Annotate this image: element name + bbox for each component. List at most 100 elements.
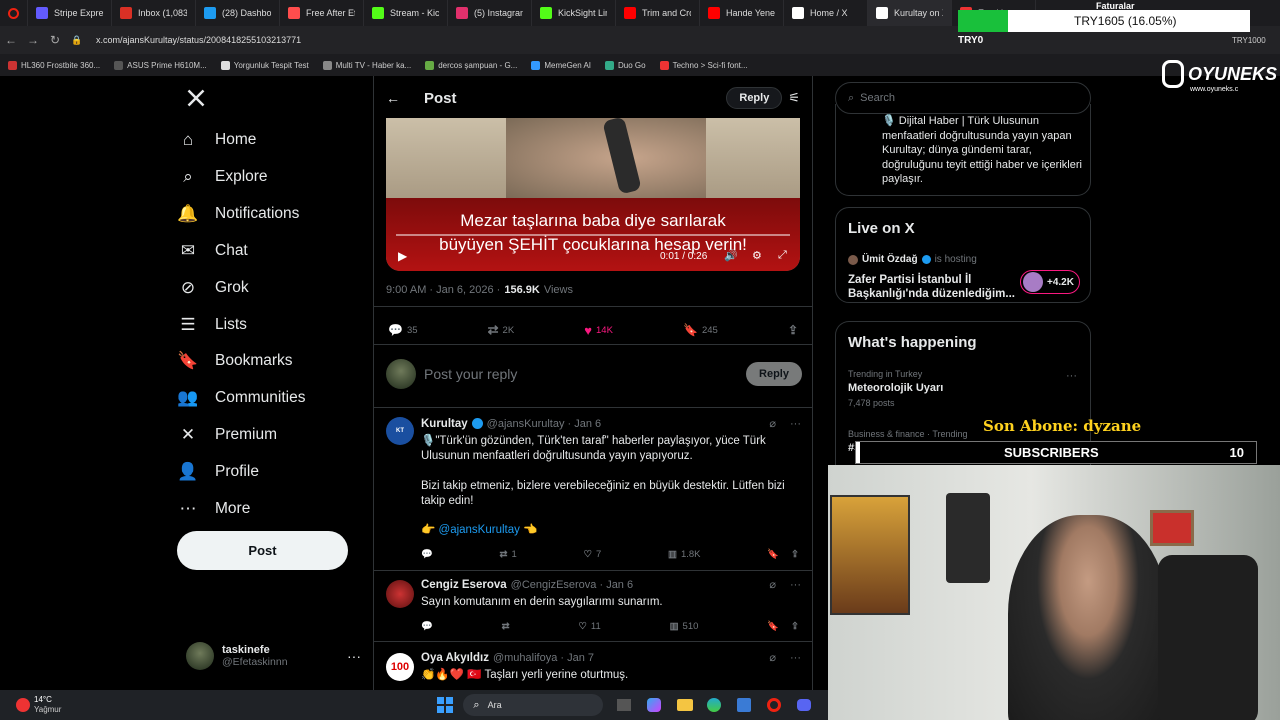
author-name[interactable]: Kurultay xyxy=(421,418,468,430)
search-input[interactable]: Search xyxy=(860,92,895,104)
sidebar-item-explore[interactable]: ⌕ Explore xyxy=(177,160,357,194)
forward-icon[interactable]: → xyxy=(22,29,44,51)
video-player[interactable]: Mezar taşlarına baba diye sarılarak büyü… xyxy=(386,118,800,271)
store-icon[interactable] xyxy=(737,698,752,712)
folder-icon[interactable] xyxy=(677,699,694,711)
browser-tab[interactable]: Hande Yener - Sc xyxy=(700,0,784,26)
bookmark-action[interactable]: 🔖 245 xyxy=(683,322,718,338)
tab-label: Stream - Kick Da xyxy=(390,8,439,18)
bookmark-item[interactable]: HL360 Frostbite 360... xyxy=(8,60,100,70)
header-reply-button[interactable]: Reply xyxy=(726,87,783,109)
reply-action[interactable]: 💬 35 xyxy=(388,322,418,338)
sidebar-item-home[interactable]: ⌂ Home xyxy=(177,123,357,157)
faturalar-label: Faturalar xyxy=(1096,1,1135,11)
sidebar-item-profile[interactable]: 👤 Profile xyxy=(177,455,357,489)
subscribers-count: 10 xyxy=(1229,445,1244,460)
more-dots-icon[interactable]: ··· xyxy=(1066,370,1077,382)
reply-action[interactable]: 💬 xyxy=(421,621,433,632)
repost-action[interactable]: ⇄ 1 xyxy=(500,549,517,560)
sidebar-item-chat[interactable]: ✉ Chat xyxy=(177,234,357,268)
sidebar-item-lists[interactable]: ☰ Lists xyxy=(177,308,357,342)
views-action[interactable]: ▥ 1.8K xyxy=(668,549,701,560)
url-field[interactable]: x.com/ajansKurultay/status/2008418255103… xyxy=(96,35,301,45)
sidebar-item-premium[interactable]: ✕ Premium xyxy=(177,418,357,452)
discord-icon[interactable] xyxy=(797,699,812,711)
author-name[interactable]: Oya Akyıldız xyxy=(421,652,489,664)
settings-icon[interactable]: ⚙ xyxy=(752,249,762,262)
account-switcher[interactable]: taskinefe @Efetaskinnn ··· xyxy=(186,639,361,673)
composer-reply-button[interactable]: Reply xyxy=(746,362,802,386)
task-view-icon[interactable] xyxy=(617,699,632,711)
repost-action[interactable]: ⇄ xyxy=(502,621,510,632)
bookmark-item[interactable]: MemeGen AI xyxy=(531,60,591,70)
bookmark-item[interactable]: Yorgunluk Tespit Test xyxy=(220,60,309,70)
author-handle[interactable]: @muhalifoya · Jan 7 xyxy=(493,652,594,664)
fullscreen-icon[interactable]: ⤢ xyxy=(778,249,787,262)
edge-icon[interactable] xyxy=(707,698,722,712)
communities-icon: 👥 xyxy=(177,388,199,408)
windows-start-icon[interactable] xyxy=(437,697,454,713)
bookmark-item[interactable]: Techno > Sci-fi font... xyxy=(659,60,748,70)
repost-action[interactable]: ⇄ 2K xyxy=(488,322,515,338)
post-button[interactable]: Post xyxy=(177,531,348,570)
bookmark-item[interactable]: ASUS Prime H610M... xyxy=(114,60,207,70)
bookmark-action[interactable]: 🔖 ⇪ xyxy=(767,621,799,632)
bookmark-item[interactable]: dercos şampuan - G... xyxy=(425,60,517,70)
opera-menu-icon[interactable] xyxy=(0,0,28,26)
bookmark-item[interactable]: Multi TV - Haber ka... xyxy=(322,60,411,70)
back-icon[interactable]: ← xyxy=(0,29,22,51)
bookmark-action[interactable]: 🔖 ⇪ xyxy=(767,549,799,560)
author-handle[interactable]: @ajansKurultay · Jan 6 xyxy=(487,418,602,430)
taskbar-search[interactable]: ⌕ Ara xyxy=(463,694,604,716)
browser-tab[interactable]: Stripe Express xyxy=(28,0,112,26)
host-name[interactable]: Ümit Özdağ xyxy=(862,254,918,265)
sidebar-item-more[interactable]: ⋯ More xyxy=(177,492,357,526)
reload-icon[interactable]: ↻ xyxy=(44,29,66,51)
post-time[interactable]: 9:00 AM · Jan 6, 2026 · xyxy=(386,284,500,296)
browser-tab[interactable]: (5) Instagram xyxy=(448,0,532,26)
like-action[interactable]: ♥ 14K xyxy=(584,322,613,338)
more-dots-icon[interactable]: ··· xyxy=(790,652,801,664)
play-icon[interactable]: ▶ xyxy=(398,249,407,263)
back-arrow-icon[interactable]: ← xyxy=(386,90,400,106)
progress-bar[interactable] xyxy=(396,234,790,236)
browser-tab[interactable]: Free After Effect xyxy=(280,0,364,26)
browser-tab[interactable]: KickSight Link De xyxy=(532,0,616,26)
browser-tab[interactable]: Home / X xyxy=(784,0,868,26)
lamp-shape xyxy=(946,493,990,583)
browser-tab[interactable]: Inbox (1,083) - k xyxy=(112,0,196,26)
browser-tab[interactable]: Trim and Crop Yo xyxy=(616,0,700,26)
sliders-icon[interactable]: ⚟ xyxy=(788,90,800,106)
reply-input[interactable]: Post your reply xyxy=(424,366,746,382)
author-handle[interactable]: @CengizEserova · Jan 6 xyxy=(511,579,633,591)
copilot-icon[interactable] xyxy=(647,698,662,712)
opera-icon[interactable] xyxy=(767,698,782,712)
more-dots-icon[interactable]: ··· xyxy=(790,418,801,430)
grok-icon[interactable]: ⌀ xyxy=(769,578,776,591)
browser-tab[interactable]: Kurultay on X: " xyxy=(868,0,952,26)
sidebar-item-communities[interactable]: 👥 Communities xyxy=(177,381,357,415)
browser-tab[interactable]: (28) Dashboard / xyxy=(196,0,280,26)
sidebar-item-bookmarks[interactable]: 🔖 Bookmarks xyxy=(177,344,357,378)
views-action[interactable]: ▥ 510 xyxy=(670,621,699,632)
more-dots-icon[interactable]: ··· xyxy=(790,579,801,591)
volume-icon[interactable]: 🔊 xyxy=(724,249,738,262)
like-action[interactable]: ♡ 7 xyxy=(583,549,601,560)
like-action[interactable]: ♡ 11 xyxy=(578,621,600,632)
author-name[interactable]: Cengiz Eserova xyxy=(421,579,507,591)
tab-favicon-icon xyxy=(204,7,216,19)
x-logo-icon[interactable] xyxy=(186,88,208,110)
sidebar-item-grok[interactable]: ⊘ Grok xyxy=(177,271,357,305)
bookmark-item[interactable]: Duo Go xyxy=(605,60,646,70)
grok-icon[interactable]: ⌀ xyxy=(769,651,776,664)
browser-tab[interactable]: Stream - Kick Da xyxy=(364,0,448,26)
more-dots-icon[interactable]: ··· xyxy=(347,648,361,664)
reply-composer: Post your reply Reply xyxy=(386,357,802,391)
grok-icon[interactable]: ⌀ xyxy=(769,417,776,430)
sidebar-item-notifications[interactable]: 🔔 Notifications xyxy=(177,197,357,231)
live-listeners-badge[interactable]: +4.2K xyxy=(1020,270,1080,294)
reply-action[interactable]: 💬 xyxy=(421,549,433,560)
trend-name[interactable]: Meteorolojik Uyarı xyxy=(848,382,943,394)
live-text[interactable]: Zafer Partisi İstanbul İl Başkanlığı'nda… xyxy=(848,273,1018,301)
share-action[interactable]: ⇪ xyxy=(788,322,798,338)
